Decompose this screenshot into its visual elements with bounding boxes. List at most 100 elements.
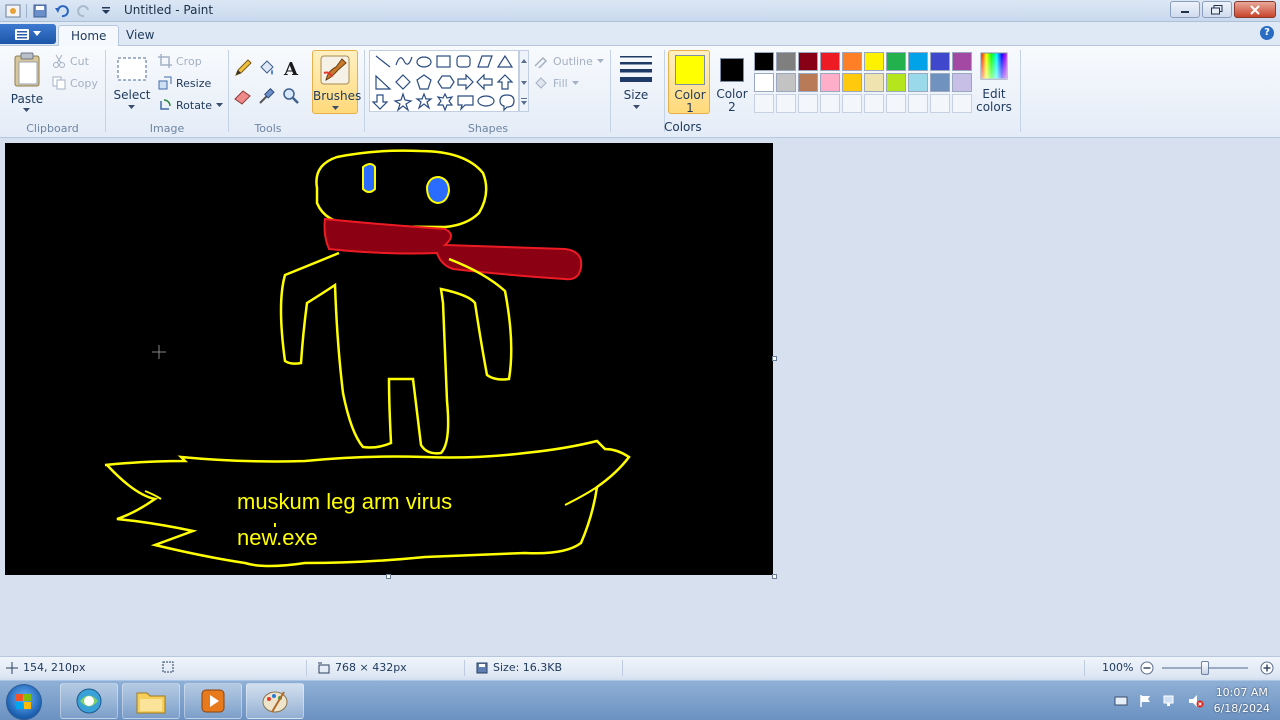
resize-button[interactable]: Resize	[158, 76, 211, 90]
palette-color-swatch[interactable]	[820, 52, 840, 71]
system-clock[interactable]: 10:07 AM 6/18/2024	[1214, 685, 1270, 717]
folder-icon	[136, 692, 166, 714]
taskbar-explorer[interactable]	[122, 683, 180, 719]
shapes-gallery[interactable]	[369, 50, 519, 112]
select-button[interactable]: Select	[112, 50, 152, 112]
color1-button[interactable]: Color 1	[668, 50, 710, 115]
eraser-tool[interactable]	[233, 86, 255, 106]
palette-color-swatch[interactable]	[842, 52, 862, 71]
redo-icon[interactable]	[75, 2, 93, 19]
taskbar-media-player[interactable]	[184, 683, 242, 719]
taskbar-browser[interactable]	[60, 683, 118, 719]
paste-label: Paste	[10, 92, 44, 106]
size-button[interactable]: Size	[614, 50, 658, 114]
edit-colors-button[interactable]: Edit colors	[974, 50, 1014, 114]
palette-color-swatch[interactable]	[864, 73, 884, 92]
select-label: Select	[113, 88, 151, 102]
palette-color-swatch[interactable]	[908, 52, 928, 71]
resize-icon	[158, 76, 172, 90]
keyboard-icon[interactable]	[1114, 695, 1128, 707]
restore-button[interactable]	[1202, 1, 1232, 18]
shapes-scroll[interactable]	[519, 50, 529, 112]
minimize-button[interactable]	[1170, 1, 1200, 18]
tab-view[interactable]: View	[114, 25, 166, 46]
zoom-slider-thumb[interactable]	[1201, 661, 1209, 675]
disk-icon	[476, 662, 488, 673]
zoom-in-button[interactable]	[1260, 661, 1274, 678]
palette-color-swatch[interactable]	[842, 73, 862, 92]
drawing-canvas[interactable]: muskum muskum leg arm virus new.exe	[5, 143, 773, 575]
image-group-label: Image	[149, 122, 185, 135]
fill-button[interactable]: Fill	[533, 76, 579, 90]
palette-color-swatch[interactable]	[776, 73, 796, 92]
palette-color-swatch[interactable]	[820, 73, 840, 92]
tab-home[interactable]: Home	[58, 25, 120, 46]
resize-handle-bottom[interactable]	[386, 574, 391, 579]
clipboard-group-label: Clipboard	[26, 122, 79, 135]
palette-color-swatch[interactable]	[864, 94, 884, 113]
palette-color-swatch[interactable]	[886, 94, 906, 113]
palette-color-swatch[interactable]	[952, 94, 972, 113]
save-icon[interactable]	[31, 2, 49, 19]
start-button[interactable]	[6, 684, 42, 720]
outline-label: Outline	[553, 54, 593, 68]
palette-color-swatch[interactable]	[886, 52, 906, 71]
color2-button[interactable]: Color 2	[712, 50, 752, 114]
canvas-workspace[interactable]: muskum muskum leg arm virus new.exe	[0, 139, 1280, 656]
palette-color-swatch[interactable]	[952, 73, 972, 92]
volume-muted-icon[interactable]	[1188, 694, 1204, 708]
paint-app-icon[interactable]	[4, 2, 22, 19]
close-button[interactable]	[1234, 1, 1276, 18]
drawing-text-line-1: muskum leg arm virus	[237, 489, 452, 514]
crop-label: Crop	[176, 54, 202, 68]
copy-button[interactable]: Copy	[52, 76, 98, 90]
magnifier-tool[interactable]	[281, 86, 303, 106]
crosshair-cursor-icon	[152, 345, 166, 359]
image-dimensions-value: 768 × 432px	[335, 661, 407, 674]
fill-tool[interactable]	[257, 58, 279, 78]
palette-color-swatch[interactable]	[754, 52, 774, 71]
resize-handle-corner[interactable]	[772, 574, 777, 579]
palette-color-swatch[interactable]	[820, 94, 840, 113]
cut-button[interactable]: Cut	[52, 54, 89, 68]
rotate-button[interactable]: Rotate	[158, 98, 224, 112]
palette-color-swatch[interactable]	[842, 94, 862, 113]
help-icon[interactable]: ?	[1260, 26, 1274, 40]
palette-color-swatch[interactable]	[776, 52, 796, 71]
palette-color-swatch[interactable]	[776, 94, 796, 113]
outline-button[interactable]: Outline	[533, 54, 604, 68]
palette-color-swatch[interactable]	[952, 52, 972, 71]
paste-button[interactable]: Paste	[8, 50, 46, 112]
palette-color-swatch[interactable]	[754, 94, 774, 113]
pencil-tool[interactable]	[233, 58, 255, 78]
network-icon[interactable]	[1162, 694, 1178, 708]
palette-color-swatch[interactable]	[886, 73, 906, 92]
select-rectangle-icon	[117, 57, 147, 81]
palette-color-swatch[interactable]	[908, 94, 928, 113]
action-center-flag-icon[interactable]	[1138, 694, 1152, 708]
text-tool[interactable]: A	[281, 58, 303, 80]
zoom-out-button[interactable]	[1140, 661, 1154, 678]
brushes-button[interactable]: Brushes	[312, 50, 361, 114]
palette-color-swatch[interactable]	[798, 94, 818, 113]
windows-logo-icon	[16, 694, 31, 709]
color-picker-tool[interactable]	[257, 86, 279, 106]
customize-qat-icon[interactable]	[97, 2, 115, 19]
palette-color-swatch[interactable]	[798, 52, 818, 71]
crop-button[interactable]: Crop	[158, 54, 202, 68]
palette-color-swatch[interactable]	[930, 52, 950, 71]
undo-icon[interactable]	[53, 2, 71, 19]
taskbar-paint[interactable]	[246, 683, 304, 719]
palette-color-swatch[interactable]	[930, 94, 950, 113]
resize-handle-right[interactable]	[772, 356, 777, 361]
palette-color-swatch[interactable]	[754, 73, 774, 92]
close-icon	[1250, 4, 1260, 15]
browser-icon	[76, 688, 102, 714]
palette-color-swatch[interactable]	[930, 73, 950, 92]
palette-color-swatch[interactable]	[798, 73, 818, 92]
color-spectrum-icon	[980, 52, 1008, 80]
app-menu-button[interactable]	[0, 24, 56, 44]
window-title: Untitled - Paint	[124, 3, 214, 17]
palette-color-swatch[interactable]	[864, 52, 884, 71]
palette-color-swatch[interactable]	[908, 73, 928, 92]
